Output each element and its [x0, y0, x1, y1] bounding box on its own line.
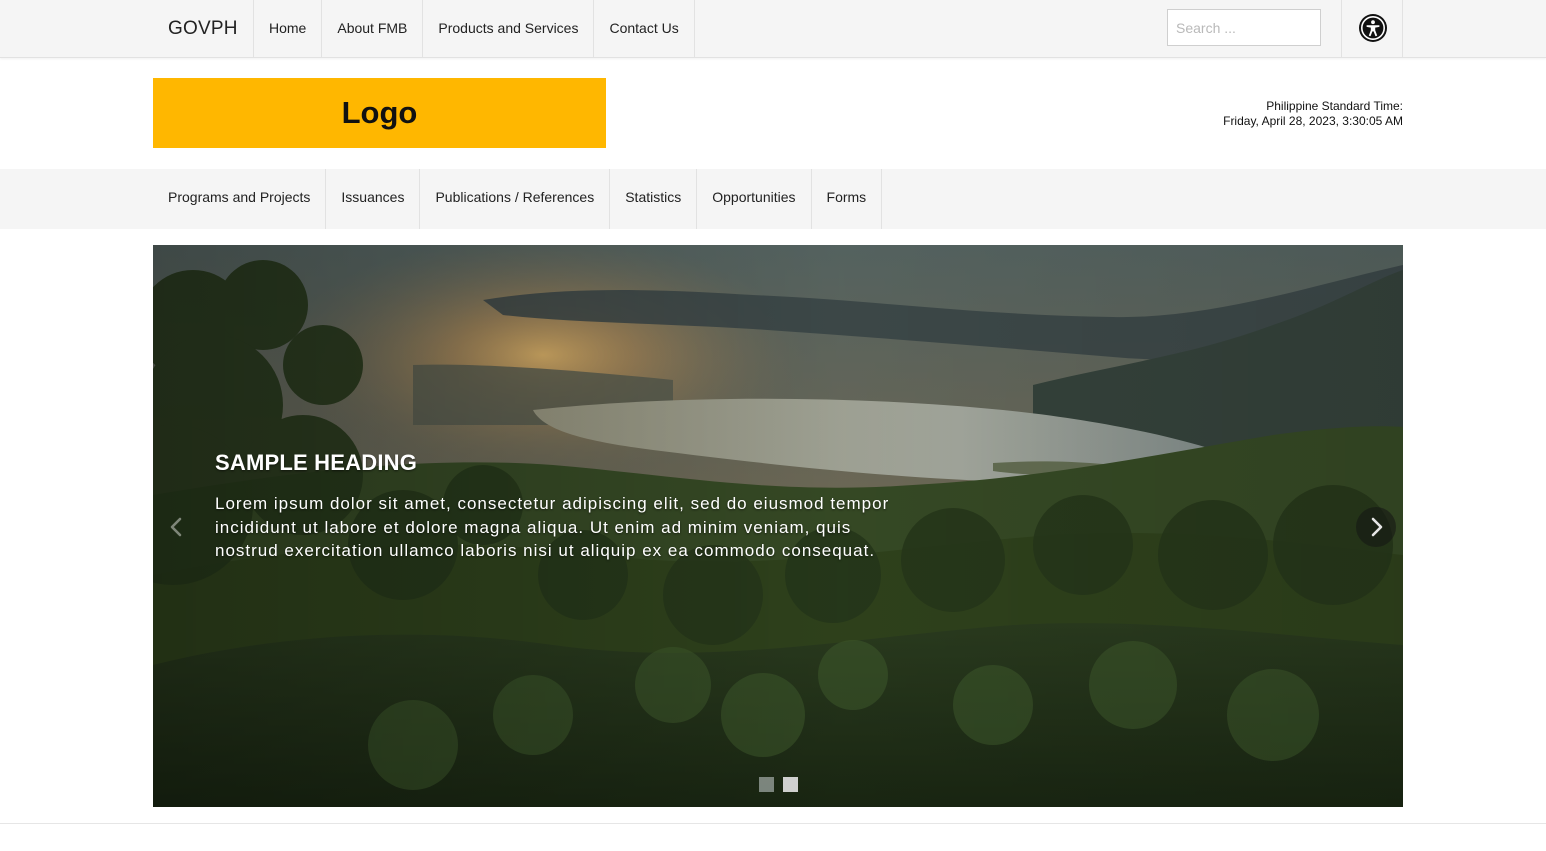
pst-label: Philippine Standard Time: — [1266, 99, 1403, 113]
nav-forms[interactable]: Forms — [812, 169, 883, 229]
accessibility-icon — [1359, 14, 1387, 42]
nav-programs-and-projects[interactable]: Programs and Projects — [153, 169, 327, 229]
pst-value: Friday, April 28, 2023, 3:30:05 AM — [1223, 114, 1403, 128]
nav-home[interactable]: Home — [254, 0, 323, 58]
nav-products-and-services[interactable]: Products and Services — [423, 0, 595, 58]
carousel-indicator-1[interactable] — [759, 777, 774, 792]
nav-opportunities[interactable]: Opportunities — [697, 169, 812, 229]
chevron-right-icon — [1371, 517, 1383, 537]
nav-contact-us[interactable]: Contact Us — [594, 0, 695, 58]
accessibility-button[interactable] — [1341, 0, 1403, 58]
nav-publications-references[interactable]: Publications / References — [420, 169, 611, 229]
carousel-prev-button[interactable] — [157, 507, 197, 547]
search-input[interactable] — [1167, 9, 1321, 46]
carousel-heading: SAMPLE HEADING — [215, 450, 418, 475]
hero-carousel: SAMPLE HEADING Lorem ipsum dolor sit ame… — [153, 245, 1403, 807]
section-divider — [0, 823, 1546, 824]
top-bar: GOVPH Home About FMB Products and Servic… — [0, 0, 1546, 58]
nav-issuances[interactable]: Issuances — [326, 169, 421, 229]
top-nav: Home About FMB Products and Services Con… — [253, 0, 695, 58]
carousel-caption: SAMPLE HEADING Lorem ipsum dolor sit ame… — [215, 450, 895, 563]
site-logo[interactable]: Logo — [153, 78, 606, 148]
chevron-left-icon — [170, 517, 182, 537]
carousel-indicator-2[interactable] — [783, 777, 798, 792]
philippine-standard-time: Philippine Standard Time: Friday, April … — [1223, 99, 1403, 129]
carousel-text: Lorem ipsum dolor sit amet, consectetur … — [215, 494, 890, 560]
auxiliary-nav-bar: Programs and Projects Issuances Publicat… — [0, 169, 1546, 229]
auxiliary-nav: Programs and Projects Issuances Publicat… — [153, 169, 883, 229]
carousel-next-button[interactable] — [1356, 507, 1396, 547]
govph-brand[interactable]: GOVPH — [153, 0, 253, 58]
nav-about-fmb[interactable]: About FMB — [322, 0, 424, 58]
nav-statistics[interactable]: Statistics — [610, 169, 698, 229]
carousel-indicators — [759, 777, 798, 792]
top-bar-inner: GOVPH Home About FMB Products and Servic… — [153, 0, 1403, 58]
